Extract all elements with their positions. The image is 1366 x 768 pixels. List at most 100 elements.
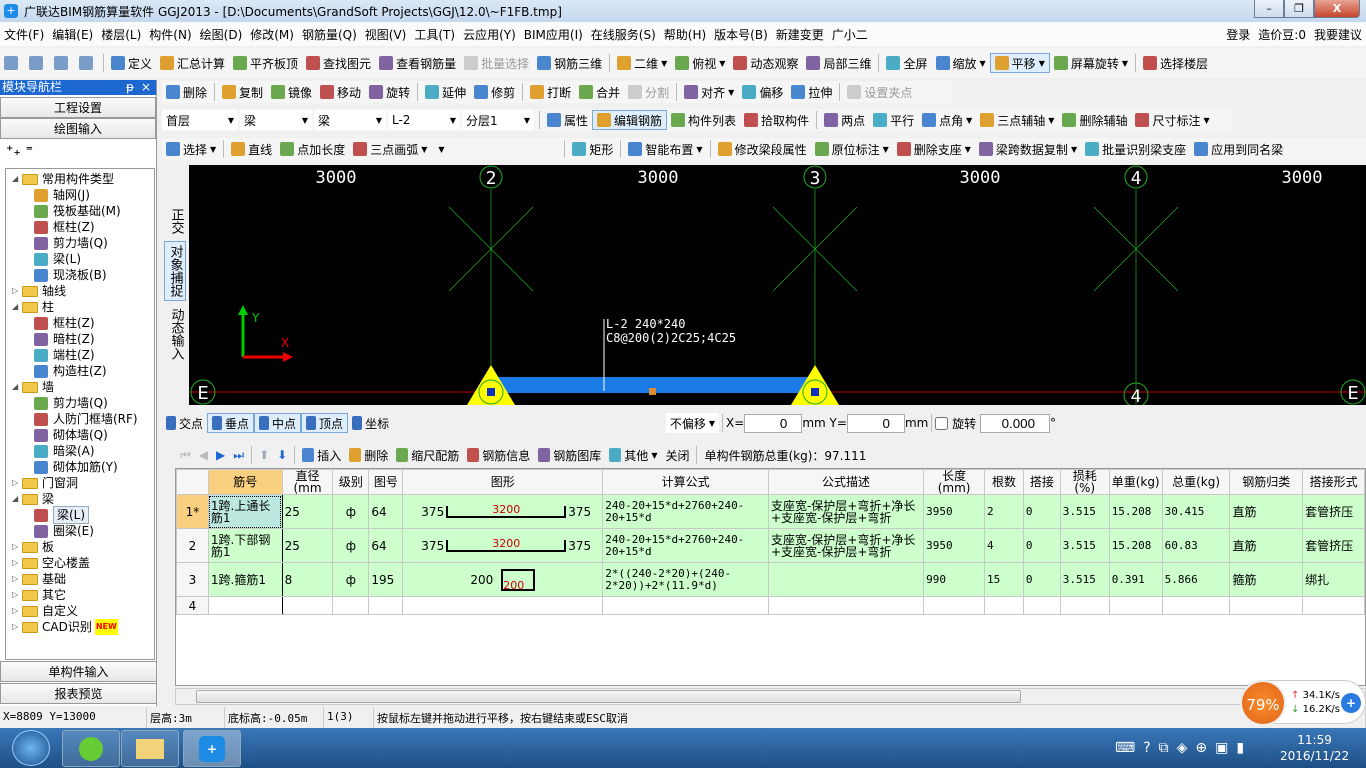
empty-cell[interactable] bbox=[402, 596, 604, 615]
cell-dia[interactable]: 25 bbox=[281, 528, 334, 563]
row-number[interactable]: 3 bbox=[176, 562, 209, 597]
cell-cat[interactable]: 直筋 bbox=[1229, 494, 1304, 529]
tree-item[interactable]: 端柱(Z) bbox=[6, 347, 154, 363]
tool-stretch-button[interactable]: 拉伸 bbox=[787, 82, 836, 102]
tool-delete-support-button[interactable]: 删除支座 ▼ bbox=[893, 139, 975, 159]
tool-trim-button[interactable]: 修剪 bbox=[470, 82, 519, 102]
tree-item[interactable]: 现浇板(B) bbox=[6, 267, 154, 283]
selector-0[interactable]: 首层 ▼ bbox=[162, 110, 238, 130]
empty-cell[interactable] bbox=[1059, 596, 1110, 615]
menu-item[interactable]: 修改(M) bbox=[246, 24, 298, 44]
tree-folder[interactable]: ◢ 柱 bbox=[6, 299, 154, 315]
tree-folder[interactable]: ▷ 空心楼盖 bbox=[6, 555, 154, 571]
move-up-icon[interactable]: ⬆ bbox=[255, 445, 273, 465]
cell-loss[interactable]: 3.515 bbox=[1059, 562, 1110, 597]
dropdown-arrow-icon[interactable]: ▼ bbox=[1048, 116, 1054, 125]
cell-length[interactable]: 990 bbox=[923, 562, 986, 597]
row-number[interactable]: 1* bbox=[176, 494, 209, 529]
snap-3-toggle[interactable]: 顶点 bbox=[301, 413, 349, 433]
tree-folder[interactable]: ▷ 板 bbox=[6, 539, 154, 555]
object-snap-toggle[interactable]: 对象捕捉 bbox=[163, 241, 186, 301]
cell-dia[interactable]: 25 bbox=[281, 494, 334, 529]
column-header[interactable]: 根数 bbox=[984, 469, 1024, 495]
menu-item[interactable]: 在线服务(S) bbox=[587, 24, 660, 44]
tree-item[interactable]: 剪力墙(Q) bbox=[6, 395, 154, 411]
cell-grade[interactable]: ф bbox=[332, 562, 370, 597]
empty-cell[interactable] bbox=[207, 596, 283, 615]
scrollbar-thumb[interactable] bbox=[196, 690, 1021, 703]
column-header[interactable]: 搭接 bbox=[1022, 469, 1061, 495]
tree-item[interactable]: 轴网(J) bbox=[6, 187, 154, 203]
tree-folder[interactable]: ◢ 墙 bbox=[6, 379, 154, 395]
dropdown-arrow-icon[interactable]: ▼ bbox=[438, 145, 444, 154]
expand-arrow-icon[interactable]: ▷ bbox=[12, 283, 22, 299]
taskbar-explorer-icon[interactable] bbox=[121, 730, 179, 767]
menu-right-item[interactable]: 登录 bbox=[1222, 24, 1254, 44]
snap-4-toggle[interactable]: 坐标 bbox=[348, 413, 393, 433]
clock[interactable]: 11:59 2016/11/22 bbox=[1280, 732, 1349, 764]
tool-define-button[interactable]: 定义 bbox=[107, 53, 156, 73]
minimize-button[interactable]: – bbox=[1254, 0, 1284, 18]
project-settings-button[interactable]: 工程设置 bbox=[0, 97, 156, 118]
cell-unit_w[interactable]: 15.208 bbox=[1108, 528, 1163, 563]
column-header[interactable]: 图号 bbox=[368, 469, 404, 495]
tree-item[interactable]: 暗梁(A) bbox=[6, 443, 154, 459]
tree-item[interactable]: 框柱(Z) bbox=[6, 219, 154, 235]
tool-mirror-button[interactable]: 镜像 bbox=[267, 82, 316, 102]
rebar-3-button[interactable]: 钢筋信息 bbox=[463, 445, 534, 465]
report-preview-button[interactable]: 报表预览 bbox=[0, 683, 157, 704]
tree-folder[interactable]: ▷ CAD识别 NEW bbox=[6, 619, 154, 635]
expand-arrow-icon[interactable]: ▷ bbox=[12, 475, 22, 491]
menu-item[interactable]: 绘图(D) bbox=[196, 24, 247, 44]
cell-total_w[interactable]: 5.866 bbox=[1161, 562, 1231, 597]
cell-formula[interactable]: 2*((240-2*20)+(240-2*20))+2*(11.9*d) bbox=[602, 562, 769, 597]
menu-item[interactable]: 新建变更 bbox=[772, 24, 828, 44]
menu-item[interactable]: 编辑(E) bbox=[48, 24, 97, 44]
tree-folder[interactable]: ▷ 轴线 bbox=[6, 283, 154, 299]
drawing-input-button[interactable]: 绘图输入 bbox=[0, 118, 156, 139]
cell-fig[interactable]: 64 bbox=[368, 494, 404, 529]
tool-rectangle-button[interactable]: 矩形 bbox=[568, 139, 617, 159]
dropdown-arrow-icon[interactable]: ▼ bbox=[1203, 116, 1209, 125]
tree-item[interactable]: 构造柱(Z) bbox=[6, 363, 154, 379]
taskbar-ggj-icon[interactable]: + bbox=[183, 730, 241, 767]
tool-sigma-button[interactable]: 汇总计算 bbox=[156, 53, 229, 73]
selector-4[interactable]: 分层1 ▼ bbox=[462, 110, 534, 130]
rebar-6-button[interactable]: 关闭 bbox=[661, 445, 693, 465]
last-record-icon[interactable]: ⏭ bbox=[229, 445, 248, 465]
tool-in-situ-label-button[interactable]: 原位标注 ▼ bbox=[811, 139, 893, 159]
cell-count[interactable]: 15 bbox=[984, 562, 1024, 597]
tool-select-floor-button[interactable]: 选择楼层 bbox=[1139, 53, 1212, 73]
expand-arrow-icon[interactable]: ▷ bbox=[12, 603, 22, 619]
dynamic-input-toggle[interactable]: 动态输入 bbox=[164, 305, 186, 363]
dropdown-arrow-icon[interactable]: ▼ bbox=[210, 145, 216, 154]
tool-pan-button[interactable]: 平移 ▼ bbox=[989, 53, 1050, 73]
menu-item[interactable]: 帮助(H) bbox=[660, 24, 710, 44]
tree-folder[interactable]: ▷ 门窗洞 bbox=[6, 475, 154, 491]
column-header[interactable] bbox=[176, 469, 209, 495]
column-header[interactable]: 计算公式 bbox=[602, 469, 769, 495]
tree-item[interactable]: 暗柱(Z) bbox=[6, 331, 154, 347]
tool-dimension-button[interactable]: 尺寸标注 ▼ bbox=[1131, 110, 1213, 130]
cell-name[interactable]: 1跨.箍筋1 bbox=[207, 562, 283, 597]
next-record-icon[interactable]: ▶ bbox=[212, 445, 229, 465]
undo-icon[interactable] bbox=[75, 53, 100, 73]
tool-cursor-button[interactable]: 选择 ▼ bbox=[162, 139, 220, 159]
tool-three-point-axis-button[interactable]: 三点辅轴 ▼ bbox=[976, 110, 1058, 130]
cell-loss[interactable]: 3.515 bbox=[1059, 494, 1110, 529]
tool-view-rebar-button[interactable]: 查看钢筋量 bbox=[375, 53, 460, 73]
column-header[interactable]: 长度(mm) bbox=[923, 469, 986, 495]
menu-item[interactable]: 广小二 bbox=[828, 24, 872, 44]
column-header[interactable]: 图形 bbox=[402, 469, 604, 495]
collapse-arrow-icon[interactable]: ◢ bbox=[12, 299, 22, 315]
rebar-shape-cell[interactable]: 375 3200 375 bbox=[402, 528, 604, 563]
cell-unit_w[interactable]: 15.208 bbox=[1108, 494, 1163, 529]
tool-2d-button[interactable]: 二维 ▼ bbox=[613, 53, 671, 73]
rebar-shape-cell[interactable]: 200 200 bbox=[402, 562, 604, 597]
snap-0-toggle[interactable]: 交点 bbox=[162, 413, 207, 433]
tree-item[interactable]: 砌体加筋(Y) bbox=[6, 459, 154, 475]
cell-lap[interactable]: 0 bbox=[1022, 562, 1061, 597]
cell-desc[interactable]: 支座宽-保护层+弯折+净长+支座宽-保护层+弯折 bbox=[767, 494, 925, 529]
column-header[interactable]: 筋号 bbox=[207, 469, 283, 495]
snap-1-toggle[interactable]: 垂点 bbox=[207, 413, 255, 433]
